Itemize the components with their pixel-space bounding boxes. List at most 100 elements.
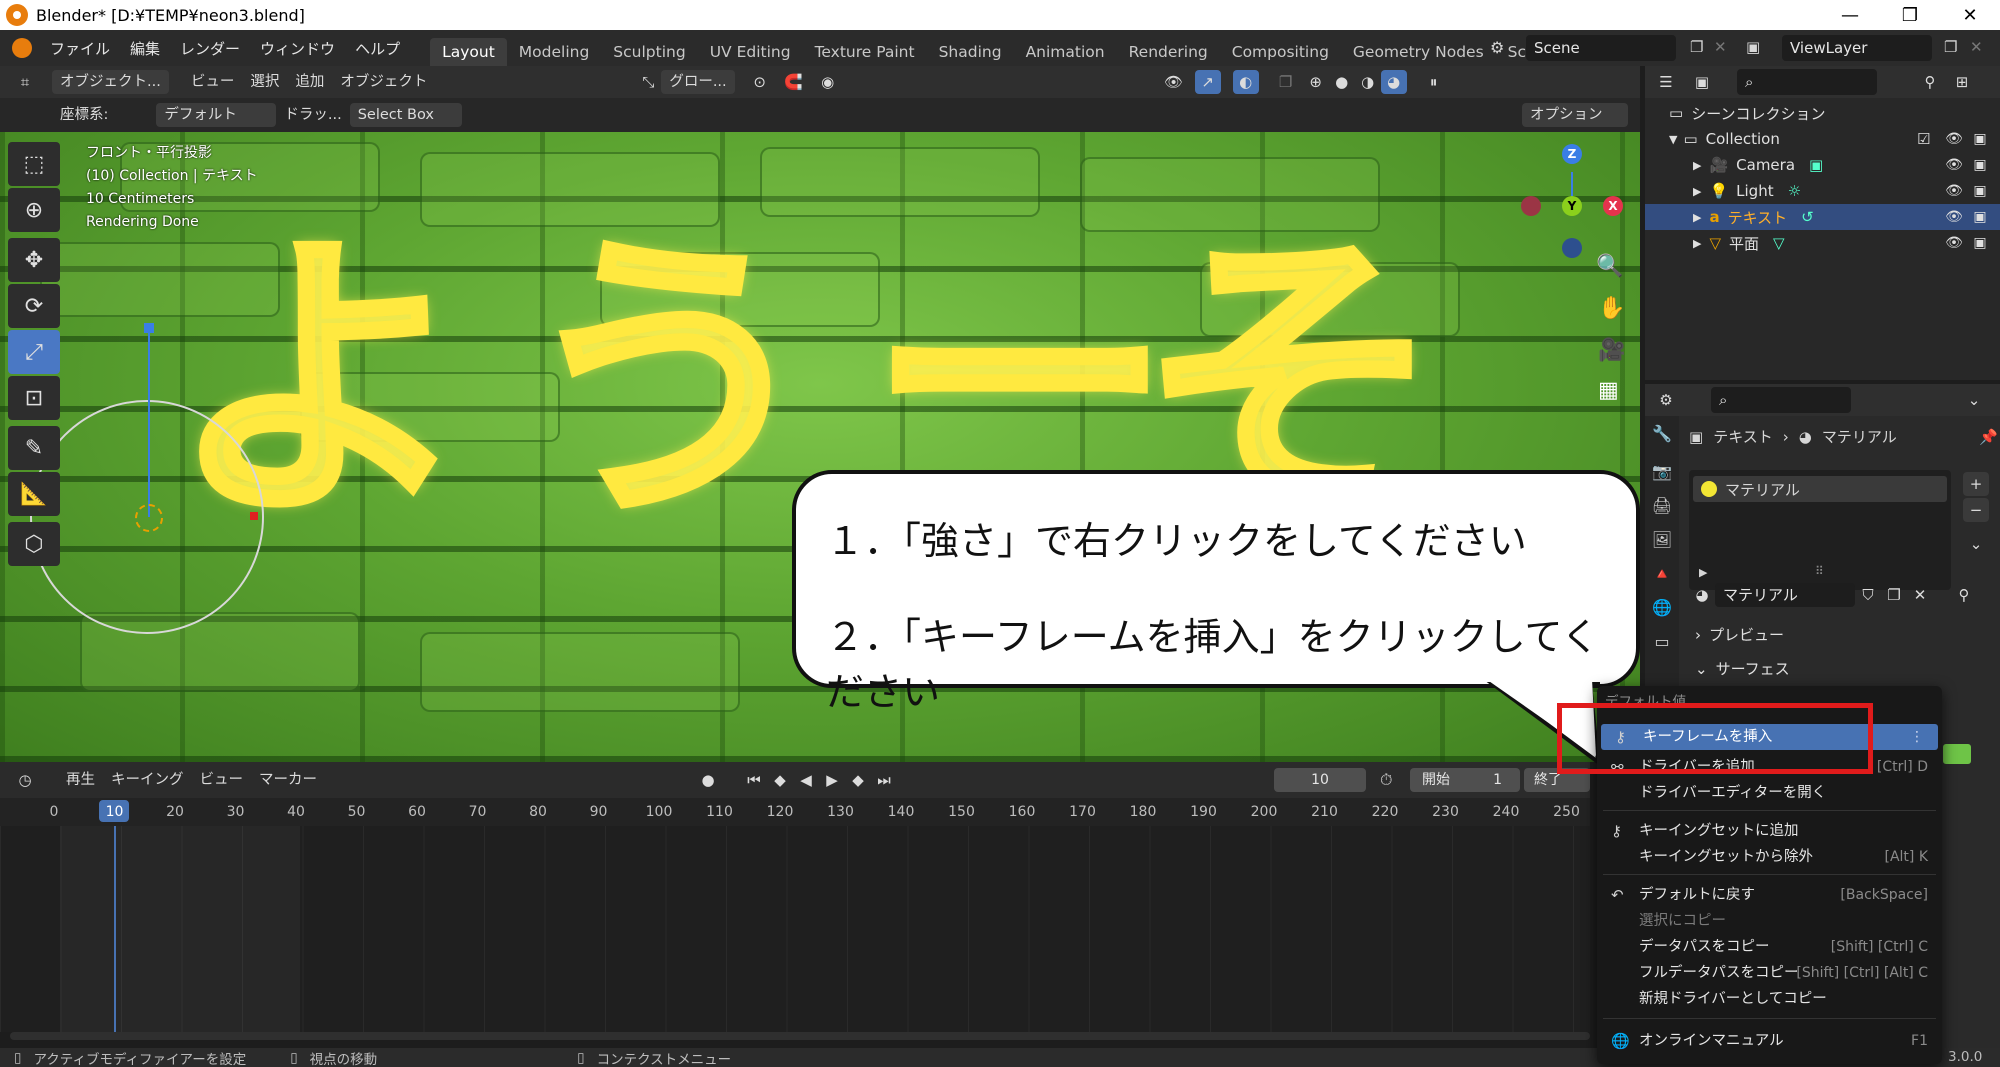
slot-specials-icon[interactable]: ⌄: [1963, 532, 1989, 556]
minimize-button[interactable]: —: [1820, 0, 1880, 30]
render-camera-icon[interactable]: ▣: [1971, 182, 1989, 200]
annotate-tool-icon[interactable]: ✎: [8, 426, 60, 470]
panel-preview[interactable]: › プレビュー: [1687, 620, 1987, 650]
list-resize-handle[interactable]: ⠿: [1815, 564, 1824, 578]
material-name-field[interactable]: マテリアル: [1715, 583, 1855, 607]
play-reverse-icon[interactable]: ◀: [793, 768, 819, 792]
camera-view-icon[interactable]: 🎥: [1598, 338, 1625, 363]
menu-object[interactable]: オブジェクト: [332, 70, 435, 94]
play-icon[interactable]: ▶: [819, 768, 845, 792]
rendered-shading-icon[interactable]: ◕: [1380, 70, 1407, 94]
proportional-edit-icon[interactable]: ◉: [815, 70, 841, 94]
pin-icon[interactable]: 📌: [1979, 428, 1998, 446]
select-box-tool-icon[interactable]: ⬚: [8, 142, 60, 186]
properties-search-input[interactable]: ⌕: [1711, 387, 1851, 413]
menu-playback[interactable]: 再生: [58, 768, 103, 792]
strength-value-field[interactable]: [1943, 744, 1971, 764]
gizmo-y-axis[interactable]: Y: [1562, 196, 1582, 216]
timeline-ruler[interactable]: 0 10 20 30 40 50 60 70 80 90 100 110 120 130 140 150 160…: [0, 798, 1590, 826]
scene-tab-icon[interactable]: 🔺: [1645, 556, 1679, 590]
reset-default-item[interactable]: ↶ デフォルトに戻す [BackSpace]: [1597, 882, 1942, 908]
pivot-point-icon[interactable]: ⊙: [747, 70, 773, 94]
material-shading-icon[interactable]: ◑: [1355, 70, 1381, 94]
menu-timeline-view[interactable]: ビュー: [192, 768, 252, 792]
jump-end-icon[interactable]: ⏭: [871, 768, 897, 792]
ortho-grid-icon[interactable]: ▦: [1598, 378, 1619, 403]
tool-tab-icon[interactable]: 🔧: [1645, 416, 1679, 450]
tab-sculpting[interactable]: Sculpting: [601, 38, 697, 66]
light-handle[interactable]: [144, 323, 154, 333]
delete-view-layer-icon[interactable]: ✕: [1970, 38, 1983, 56]
tab-layout[interactable]: Layout: [430, 38, 507, 66]
menu-view[interactable]: ビュー: [183, 70, 243, 94]
browse-material-icon[interactable]: ◕: [1689, 583, 1715, 607]
render-camera-icon[interactable]: ▣: [1971, 130, 1989, 148]
exclude-checkbox-icon[interactable]: ☑: [1917, 130, 1930, 148]
menu-render[interactable]: レンダー: [170, 38, 250, 59]
measure-tool-icon[interactable]: 📐: [8, 472, 60, 516]
tab-texture-paint[interactable]: Texture Paint: [803, 38, 927, 66]
coord-selector[interactable]: デフォルト: [156, 103, 277, 127]
move-tool-icon[interactable]: ✥: [8, 238, 60, 282]
copy-scene-icon[interactable]: ❐: [1690, 38, 1703, 56]
scale-tool-icon[interactable]: ⤢: [8, 330, 60, 374]
panel-surface[interactable]: ⌄ サーフェス: [1687, 654, 1987, 684]
expand-arrow-icon[interactable]: ▶: [1693, 159, 1701, 172]
expand-arrow-icon[interactable]: ▶: [1693, 211, 1701, 224]
add-cube-tool-icon[interactable]: ⬡: [8, 522, 60, 566]
menu-file[interactable]: ファイル: [40, 38, 120, 59]
remove-from-keying-set-item[interactable]: キーイングセットから除外 [Alt] K: [1597, 844, 1942, 870]
gizmo-z-axis[interactable]: Z: [1562, 144, 1582, 164]
tab-animation[interactable]: Animation: [1014, 38, 1117, 66]
properties-options-icon[interactable]: ⌄: [1961, 388, 1987, 412]
drag-selector[interactable]: Select Box: [349, 103, 462, 127]
outliner-search-input[interactable]: ⌕: [1737, 69, 1877, 95]
list-expand-icon[interactable]: ▶: [1699, 566, 1707, 579]
transform-tool-icon[interactable]: ⊡: [8, 376, 60, 420]
gizmo-x-axis[interactable]: X: [1603, 196, 1623, 216]
world-tab-icon[interactable]: 🌐: [1645, 590, 1679, 624]
menu-edit[interactable]: 編集: [120, 38, 170, 59]
wireframe-shading-icon[interactable]: ⊕: [1303, 70, 1329, 94]
unlink-material-icon[interactable]: ✕: [1907, 583, 1933, 607]
tab-geometry-nodes[interactable]: Geometry Nodes: [1341, 38, 1496, 66]
solid-shading-icon[interactable]: ●: [1329, 70, 1355, 94]
remove-slot-button[interactable]: −: [1963, 498, 1989, 522]
open-driver-editor-item[interactable]: ドライバーエディターを開く: [1597, 780, 1942, 806]
scene-selector[interactable]: Scene: [1526, 35, 1676, 61]
jump-start-icon[interactable]: ⏮: [741, 768, 767, 792]
display-mode-icon[interactable]: ▣: [1689, 70, 1715, 94]
render-tab-icon[interactable]: 📷: [1645, 454, 1679, 488]
mode-selector[interactable]: オブジェクト...: [52, 70, 169, 94]
view-layer-selector[interactable]: ViewLayer: [1782, 35, 1932, 61]
current-frame-field[interactable]: 10: [1274, 768, 1366, 792]
expand-arrow-icon[interactable]: ▶: [1693, 185, 1701, 198]
tab-uv-editing[interactable]: UV Editing: [698, 38, 803, 66]
render-camera-icon[interactable]: ▣: [1971, 234, 1989, 252]
copy-to-selected-item[interactable]: 選択にコピー: [1597, 908, 1942, 934]
jump-keyframe-forward-icon[interactable]: ◆: [845, 768, 871, 792]
preview-range-icon[interactable]: ⏱: [1380, 770, 1392, 790]
view-layer-tab-icon[interactable]: 🖼: [1645, 522, 1679, 556]
pause-render-icon[interactable]: ⏸: [1421, 70, 1447, 94]
collection-tab-icon[interactable]: ▭: [1645, 624, 1679, 658]
timeline-keyframe-area[interactable]: [0, 826, 1590, 1040]
xray-icon[interactable]: ❐: [1273, 70, 1299, 94]
eye-icon[interactable]: 👁: [1945, 130, 1963, 148]
scene-collection-row[interactable]: ▭ シーンコレクション: [1645, 100, 2000, 126]
light-origin-icon[interactable]: [135, 504, 163, 532]
copy-as-new-driver-item[interactable]: 新規ドライバーとしてコピー: [1597, 986, 1942, 1012]
menu-select[interactable]: 選択: [242, 70, 287, 94]
duplicate-material-icon[interactable]: ❐: [1881, 583, 1907, 607]
expand-arrow-icon[interactable]: ▼: [1669, 133, 1677, 146]
cursor-tool-icon[interactable]: ⊕: [8, 188, 60, 232]
online-manual-item[interactable]: 🌐 オンラインマニュアル F1: [1597, 1028, 1942, 1054]
material-slot-list[interactable]: マテリアル ▶ ⠿: [1689, 470, 1951, 590]
expand-arrow-icon[interactable]: ▶: [1693, 237, 1701, 250]
options-button[interactable]: オプション: [1522, 103, 1628, 127]
eye-icon[interactable]: 👁: [1945, 182, 1963, 200]
output-tab-icon[interactable]: 🖨: [1645, 488, 1679, 522]
outliner-editor-type-icon[interactable]: ☰: [1653, 70, 1679, 94]
properties-editor-type-icon[interactable]: ⚙: [1653, 388, 1679, 412]
menu-help[interactable]: ヘルプ: [345, 38, 410, 59]
